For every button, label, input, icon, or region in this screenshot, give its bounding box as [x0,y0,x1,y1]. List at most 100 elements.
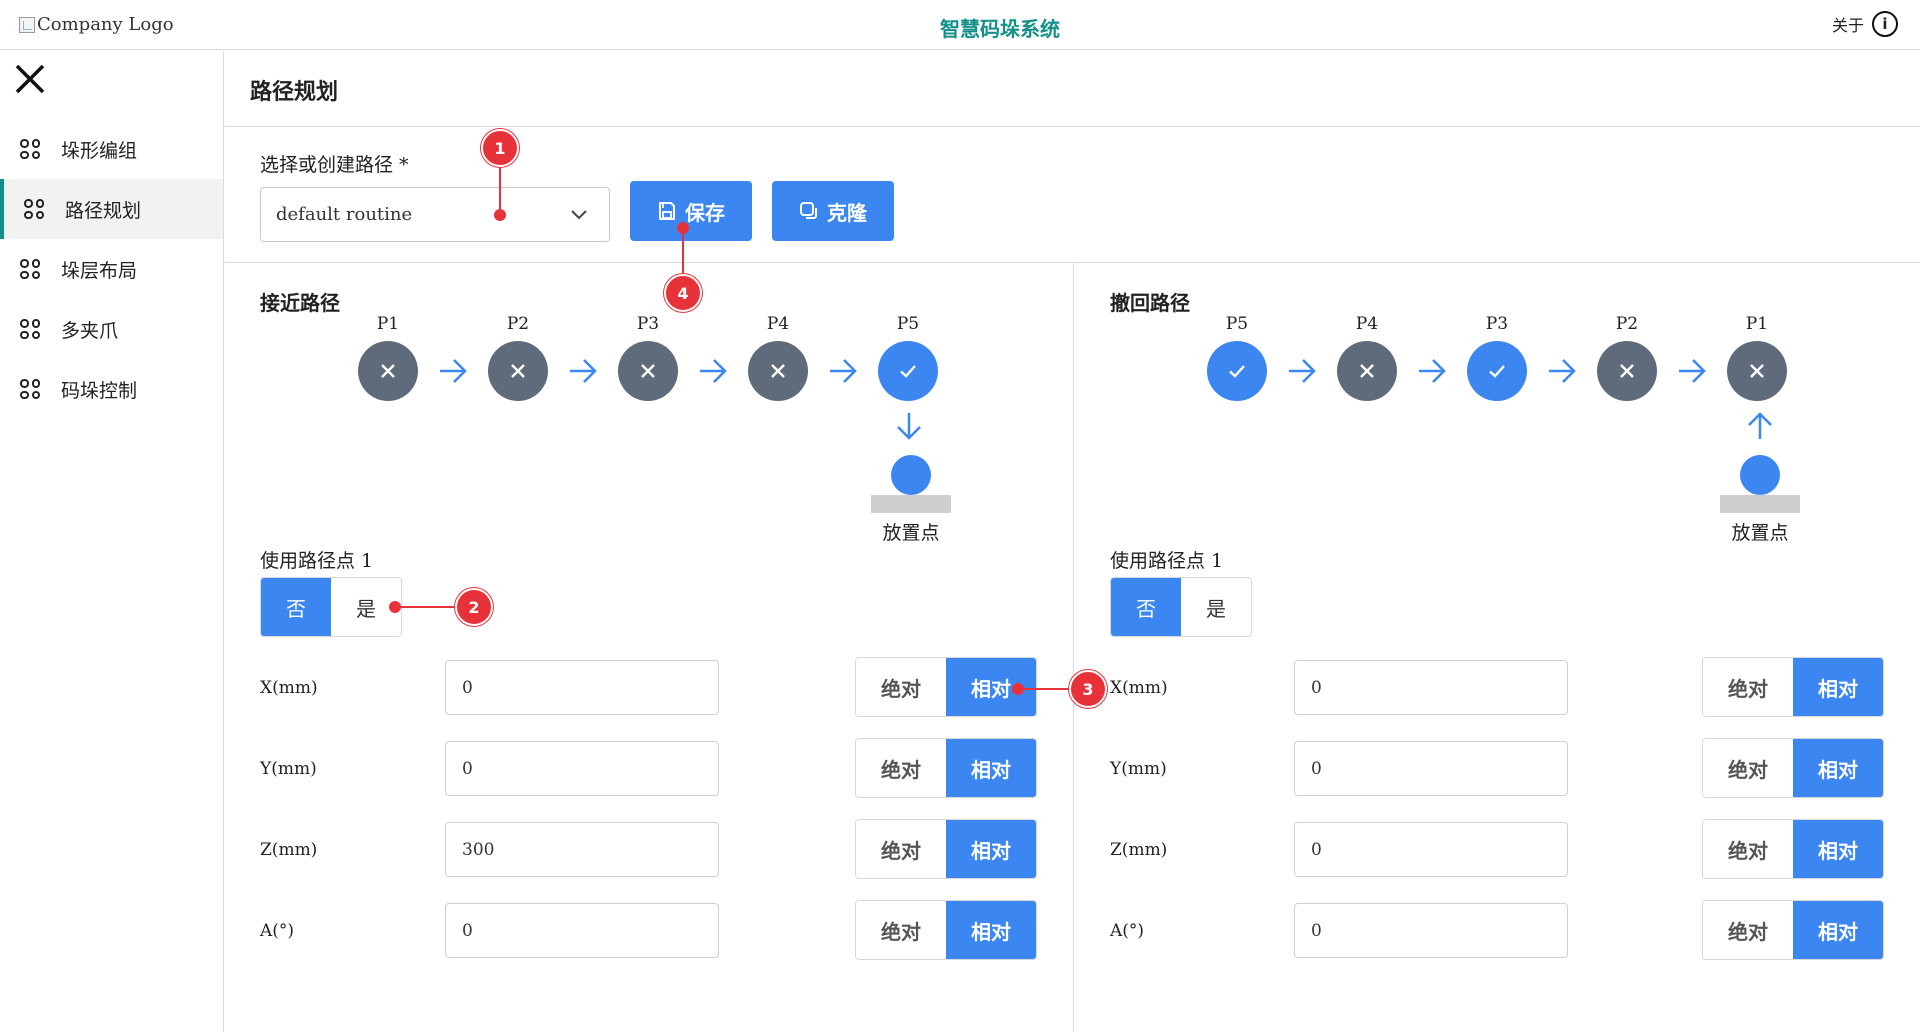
routine-select-value: default routine [276,204,413,225]
sidebar: 垛形编组 路径规划 垛层布局 多夹爪 码垛控制 [0,51,224,1032]
path-point-node-p2[interactable] [488,341,548,401]
axis-value-input[interactable] [1294,903,1568,958]
annotation-pin [677,222,689,234]
save-icon [659,202,675,220]
arrow-right-icon [436,354,470,388]
path-point-node-p4[interactable] [1337,341,1397,401]
arrow-down-icon [897,413,921,440]
annotation-marker-4: 4 [664,274,702,312]
axis-value-input[interactable] [445,660,719,715]
path-point-label: P1 [1745,314,1769,334]
coord-mode-toggle: 绝对 相对 [855,819,1037,879]
path-point-node-p3[interactable] [618,341,678,401]
clone-button[interactable]: 克隆 [772,181,894,241]
column-divider [1073,263,1074,1032]
coord-mode-toggle: 绝对 相对 [855,738,1037,798]
path-point-label: P3 [636,314,660,334]
arrow-up-icon [1748,412,1772,439]
use-point-label: 使用路径点 1 [260,550,374,572]
save-label: 保存 [685,200,725,225]
toggle-no[interactable]: 否 [261,578,331,636]
use-point-label: 使用路径点 1 [1110,550,1224,572]
approach-path-title: 接近路径 [260,291,340,315]
info-icon: i [1872,11,1898,37]
drop-point-label: 放置点 [882,522,940,544]
absolute-option[interactable]: 绝对 [1703,658,1793,716]
coord-mode-toggle: 绝对 相对 [855,657,1037,717]
grid-icon [20,139,40,159]
path-point-label: P4 [1355,314,1379,334]
divider [225,126,1920,127]
axis-value-input[interactable] [445,903,719,958]
top-bar: Company Logo 智慧码垛系统 关于 i [0,0,1920,50]
sidebar-item-path-planning[interactable]: 路径规划 [0,179,223,239]
check-icon [1489,365,1505,378]
relative-option[interactable]: 相对 [1793,658,1883,716]
arrow-right-icon [826,354,860,388]
absolute-option[interactable]: 绝对 [856,739,946,797]
about-button[interactable]: 关于 i [1832,11,1898,37]
axis-value-input[interactable] [1294,660,1568,715]
save-button[interactable]: 保存 [630,181,752,241]
sidebar-item-label: 多夹爪 [61,319,119,342]
axis-value-input[interactable] [445,741,719,796]
annotation-pin [389,601,401,613]
routine-select[interactable]: default routine [260,187,610,242]
retract-path-title: 撤回路径 [1110,291,1190,315]
absolute-option[interactable]: 绝对 [856,658,946,716]
coord-mode-toggle: 绝对 相对 [855,900,1037,960]
x-icon [1620,364,1634,378]
axis-label: Y(mm) [1110,759,1167,779]
annotation-pin [1012,683,1024,695]
relative-option[interactable]: 相对 [946,820,1036,878]
path-point-node-p5[interactable] [1207,341,1267,401]
clone-label: 克隆 [827,200,867,225]
path-point-label: P2 [506,314,530,334]
relative-option[interactable]: 相对 [946,901,1036,959]
arrow-right-icon [1285,354,1319,388]
path-point-label: P3 [1485,314,1509,334]
path-point-node-p4[interactable] [748,341,808,401]
relative-option[interactable]: 相对 [946,739,1036,797]
drop-point-icon [1740,455,1780,495]
x-icon [1360,364,1374,378]
annotation-marker-1: 1 [481,129,519,167]
toggle-no[interactable]: 否 [1111,578,1181,636]
arrow-right-icon [1675,354,1709,388]
x-icon [1750,364,1764,378]
sidebar-item-palletizing-control[interactable]: 码垛控制 [0,359,223,419]
path-point-node-p1[interactable] [358,341,418,401]
axis-value-input[interactable] [445,822,719,877]
absolute-option[interactable]: 绝对 [856,901,946,959]
axis-label: Y(mm) [260,759,317,779]
relative-option[interactable]: 相对 [1793,739,1883,797]
relative-option[interactable]: 相对 [1793,901,1883,959]
coord-mode-toggle: 绝对 相对 [1702,738,1884,798]
axis-value-input[interactable] [1294,741,1568,796]
sidebar-item-layer-layout[interactable]: 垛层布局 [0,239,223,299]
drop-point-base [1720,495,1800,513]
sidebar-item-pattern-group[interactable]: 垛形编组 [0,119,223,179]
sidebar-item-multi-gripper[interactable]: 多夹爪 [0,299,223,359]
axis-value-input[interactable] [1294,822,1568,877]
sidebar-item-label: 路径规划 [65,199,142,222]
grid-icon [24,199,44,219]
annotation-leader [682,227,684,275]
path-point-node-p3[interactable] [1467,341,1527,401]
absolute-option[interactable]: 绝对 [1703,739,1793,797]
axis-label: X(mm) [260,678,318,698]
absolute-option[interactable]: 绝对 [1703,901,1793,959]
path-point-node-p1[interactable] [1727,341,1787,401]
absolute-option[interactable]: 绝对 [856,820,946,878]
relative-option[interactable]: 相对 [1793,820,1883,878]
path-point-node-p2[interactable] [1597,341,1657,401]
arrow-right-icon [1545,354,1579,388]
absolute-option[interactable]: 绝对 [1703,820,1793,878]
toggle-yes[interactable]: 是 [1181,578,1251,636]
arrow-right-icon [1415,354,1449,388]
path-point-label: P1 [376,314,400,334]
path-point-label: P2 [1615,314,1639,334]
path-point-node-p5[interactable] [878,341,938,401]
sidebar-item-label: 码垛控制 [61,379,138,402]
close-icon[interactable] [14,63,46,95]
